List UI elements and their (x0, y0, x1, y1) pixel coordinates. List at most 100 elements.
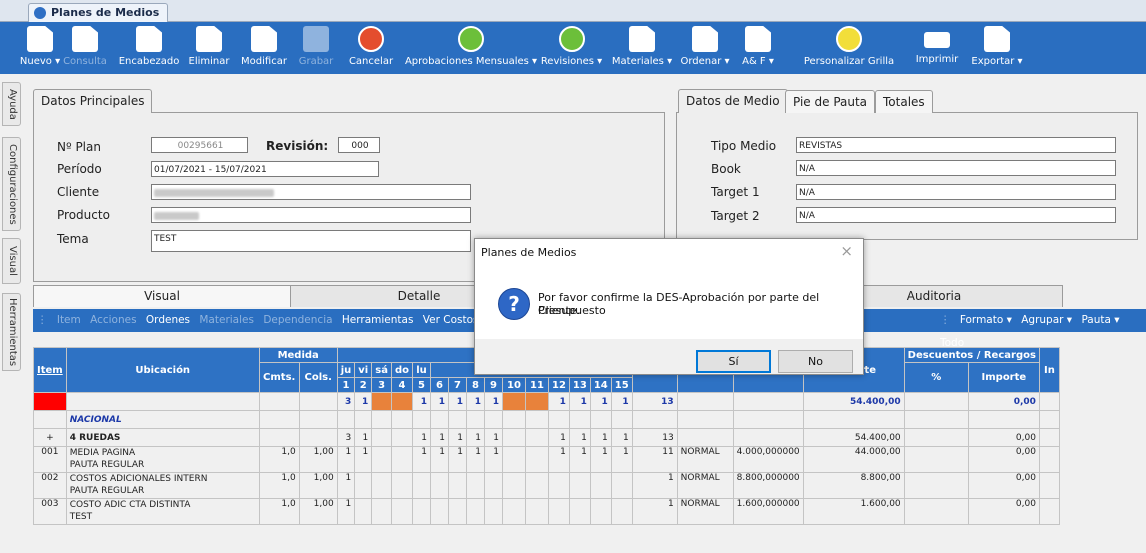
item-menu[interactable]: Item (57, 314, 81, 326)
table-row[interactable]: 001 MEDIA PAGINA PAUTA REGULAR 1,0 1,00 1 1 1 1 1… (33, 446, 1060, 473)
target2-label: Target 2 (711, 209, 760, 223)
header-cols[interactable]: Cols. (298, 362, 338, 393)
day-cell (524, 498, 549, 525)
tipo-cell: NORMAL (676, 472, 734, 499)
encabezado-button[interactable]: Encabezado (115, 24, 183, 72)
nuevo-button[interactable]: Nuevo ▾ (18, 24, 62, 72)
day-number-header: 13 (568, 377, 591, 393)
cmts-cell: 1,0 (258, 446, 300, 473)
cliente-field[interactable] (151, 184, 471, 200)
day-cell: 1 (568, 392, 591, 411)
target1-field[interactable]: N/A (796, 184, 1116, 200)
header-ubicacion[interactable]: Ubicación (65, 347, 260, 393)
no-button[interactable]: No (778, 350, 853, 373)
query-document-icon (72, 26, 98, 52)
modificar-button[interactable]: Modificar (238, 24, 290, 72)
book-field[interactable]: N/A (796, 160, 1116, 176)
ordenes-menu[interactable]: Ordenes (146, 314, 190, 326)
last-cell (1038, 428, 1060, 447)
document-tab[interactable]: Planes de Medios (28, 3, 169, 22)
eliminar-button[interactable]: Eliminar (185, 24, 233, 72)
day-cell: 1 (610, 392, 633, 411)
tipo-medio-field[interactable]: REVISTAS (796, 137, 1116, 153)
header-pct[interactable]: % (903, 362, 969, 393)
materiales-button[interactable]: Materiales ▾ (608, 24, 676, 72)
revision-field[interactable]: 000 (338, 137, 380, 153)
cols-cell (298, 410, 338, 429)
grabar-button[interactable]: Grabar (295, 24, 337, 72)
day-cell (524, 392, 549, 411)
header-last[interactable]: In (1038, 347, 1060, 393)
target2-field[interactable]: N/A (796, 207, 1116, 223)
day-cell (390, 446, 413, 473)
table-row[interactable]: NACIONAL (33, 410, 1060, 429)
table-row[interactable]: 3 1 1 1 1 1 1 1 1 1 1 13 54.400,00 0,00 (33, 392, 1060, 411)
header-cmts[interactable]: Cmts. (258, 362, 300, 393)
day-cell: 1 (589, 392, 612, 411)
materiales-menu[interactable]: Materiales (199, 314, 254, 326)
yes-button[interactable]: Sí (696, 350, 771, 373)
close-icon[interactable]: × (840, 242, 853, 260)
nplan-field[interactable]: 00295661 (151, 137, 248, 153)
side-tab-visual[interactable]: Visual (2, 238, 21, 284)
pauta-menu[interactable]: Pauta ▾ (1081, 314, 1119, 326)
day-cell: 1 (354, 392, 373, 411)
thumbs-up-icon (458, 26, 484, 52)
aprobaciones-mensuales-button[interactable]: Aprobaciones Mensuales ▾ (404, 24, 538, 72)
revisiones-button[interactable]: Revisiones ▾ (539, 24, 604, 72)
tab-pie-pauta[interactable]: Pie de Pauta (785, 90, 876, 113)
table-row[interactable]: 002 COSTOS ADICIONALES INTERN PAUTA REGULA… (33, 472, 1060, 499)
agrupar-menu[interactable]: Agrupar ▾ (1021, 314, 1072, 326)
personalizar-grilla-button[interactable]: Personalizar Grilla (789, 24, 909, 72)
formato-menu[interactable]: Formato ▾ (960, 314, 1012, 326)
table-row[interactable]: +4 RUEDAS 3 1 1 1 1 1 1 1 1 1 1 13 54.400,00 0,00 (33, 428, 1060, 447)
day-cell (371, 410, 392, 429)
ayf-button[interactable]: A& F ▾ (734, 24, 782, 72)
exportar-button[interactable]: Exportar ▾ (968, 24, 1026, 72)
acciones-menu[interactable]: Acciones (90, 314, 136, 326)
tema-field[interactable]: TEST (151, 230, 471, 252)
periodo-field[interactable]: 01/07/2021 - 15/07/2021 (151, 161, 379, 177)
day-number-header: 3 (371, 377, 392, 393)
day-cell: 3 (336, 392, 356, 411)
ordenar-button[interactable]: Ordenar ▾ (678, 24, 732, 72)
imprimir-button[interactable]: Imprimir (912, 24, 962, 72)
day-cell (610, 472, 633, 499)
side-tab-ayuda[interactable]: Ayuda (2, 82, 21, 126)
day-number-header: 5 (411, 377, 431, 393)
herramientas-menu[interactable]: Herramientas (342, 314, 414, 326)
cols-cell: 1,00 (298, 446, 338, 473)
day-number-header: 11 (524, 377, 549, 393)
modify-document-icon (251, 26, 277, 52)
importe-cell: 54.400,00 (802, 428, 905, 447)
tab-totales[interactable]: Totales (875, 90, 933, 113)
delete-document-icon (196, 26, 222, 52)
producto-field[interactable] (151, 207, 471, 223)
day-cell (568, 472, 591, 499)
cmts-cell (258, 428, 300, 447)
consulta-button[interactable]: Consulta (62, 24, 108, 72)
day-cell (483, 498, 503, 525)
day-cell (501, 392, 526, 411)
header-descuentos: Descuentos / Recargos (903, 347, 1040, 363)
header-desc-importe[interactable]: Importe (967, 362, 1040, 393)
day-name: vi (354, 362, 373, 378)
side-tab-herramientas[interactable]: Herramientas (2, 293, 21, 371)
day-cell: 1 (610, 428, 633, 447)
day-cell: 1 (447, 428, 467, 447)
day-cell (547, 410, 570, 429)
last-cell (1038, 410, 1060, 429)
cancelar-button[interactable]: Cancelar (344, 24, 398, 72)
tab-datos-medio[interactable]: Datos de Medio (678, 89, 788, 113)
day-cell (589, 472, 612, 499)
tab-visual[interactable]: Visual (33, 285, 291, 307)
tab-datos-principales[interactable]: Datos Principales (33, 89, 153, 113)
header-item[interactable]: Item (33, 347, 67, 393)
day-cell: 1 (589, 428, 612, 447)
day-number-header: 10 (501, 377, 526, 393)
side-tab-configuraciones[interactable]: Configuraciones (2, 137, 21, 231)
table-row[interactable]: 003 COSTO ADIC CTA DISTINTA TEST 1,0 1,00 1 1 N… (33, 498, 1060, 525)
day-cell (465, 472, 485, 499)
dependencia-menu[interactable]: Dependencia (263, 314, 332, 326)
importe-cell: 44.000,00 (802, 446, 905, 473)
